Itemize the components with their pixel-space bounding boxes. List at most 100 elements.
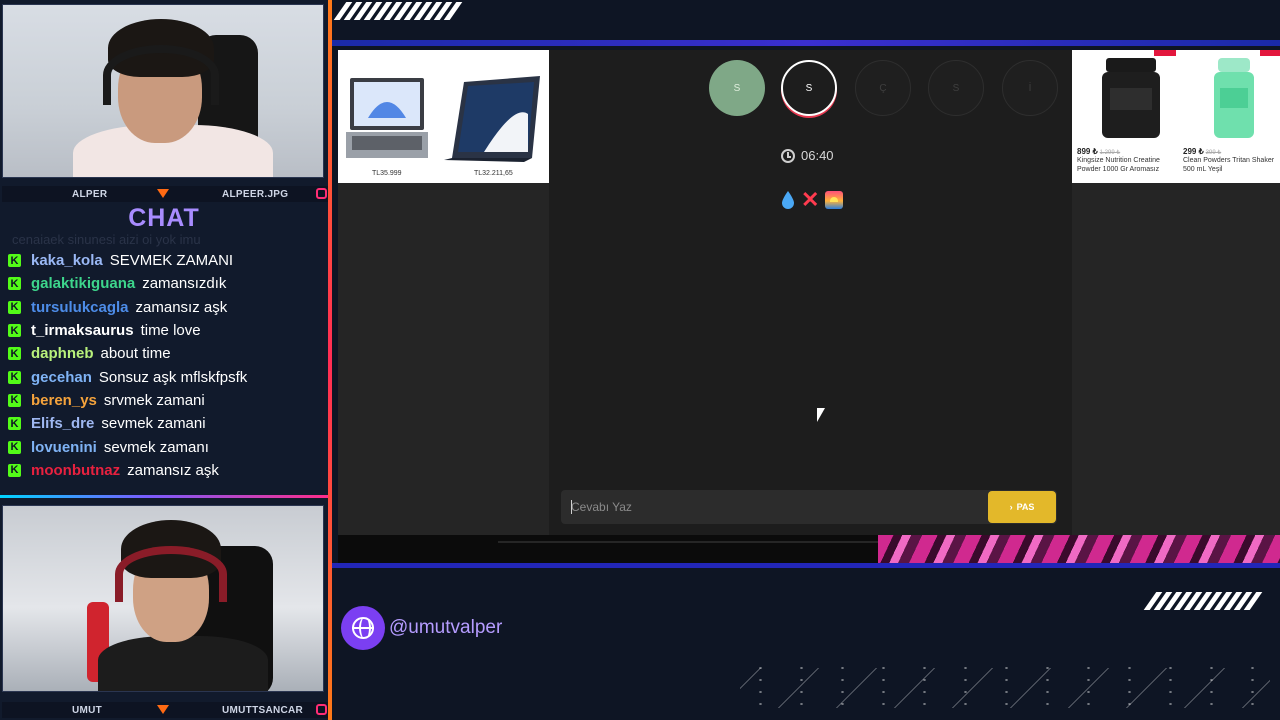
overlay-edge-accent: [328, 0, 332, 720]
chat-text: about time: [100, 345, 171, 363]
instagram-icon: [316, 704, 327, 715]
left-empty-pane: [338, 183, 549, 535]
webcam-bottom: [2, 505, 324, 692]
bottom-stripe-decoration: [1143, 592, 1263, 610]
chat-message: Klovuenini sevmek zamanı: [8, 435, 328, 458]
emoji-hints: ✕: [781, 187, 844, 212]
letter-circles: S S Ç S İ: [709, 60, 1069, 120]
answer-input[interactable]: [561, 490, 988, 524]
webcam-top-namebar: ALPER ALPEER.JPG: [2, 186, 328, 202]
chat-message: Kt_irmaksaurus time love: [8, 319, 328, 342]
pas-button[interactable]: › PAS: [988, 491, 1056, 523]
chat-message: Kberen_ys srvmek zamani: [8, 389, 328, 412]
kick-icon: K: [8, 254, 21, 268]
answer-bar: › PAS: [561, 490, 1057, 524]
headset: [115, 546, 227, 602]
ad-price: TL32.211,65: [474, 170, 513, 177]
chat-username[interactable]: lovuenini: [31, 439, 97, 456]
chat-text: zamansız aşk: [127, 461, 219, 479]
chat-message: Ktursulukcagla zamansız aşk: [8, 296, 328, 319]
discount-badge: [1260, 50, 1280, 56]
ad-price: TL35.999: [372, 170, 402, 177]
chat-message-list: Kkaka_kola SEVMEK ZAMANI Kgalaktikiguana za…: [8, 249, 328, 482]
letter-circle: S: [928, 60, 984, 116]
streamer-handle: ALPEER.JPG: [222, 188, 289, 200]
chat-username[interactable]: kaka_kola: [31, 252, 103, 269]
product-name: Kingsize Nutrition Creatine Powder 1000 …: [1077, 157, 1160, 173]
chat-text: sevmek zamani: [101, 415, 206, 433]
instagram-icon: [316, 188, 327, 199]
ad-laptops[interactable]: TL35.999 TL32.211,65: [338, 50, 549, 183]
chat-username[interactable]: t_irmaksaurus: [31, 322, 134, 339]
cross-icon: ✕: [801, 187, 820, 212]
discount-badge: [1154, 50, 1176, 56]
chat-text: zamansız aşk: [135, 298, 228, 316]
webcam-bottom-namebar: UMUT UMUTTSANCAR: [2, 702, 328, 718]
dot-grid-decoration: [740, 662, 1270, 712]
bottom-accent-line: [332, 563, 1280, 568]
chat-text: SEVMEK ZAMANI: [109, 252, 234, 270]
letter-circle: Ç: [855, 60, 911, 116]
chat-faded-message: cenaiaek sinunesi aizi oi yok imu: [12, 232, 201, 247]
chat-title: CHAT: [128, 204, 200, 232]
chat-message: Kgecehan Sonsuz aşk mflskfpsfk: [8, 365, 328, 388]
pink-graphic-banner: [878, 535, 1280, 563]
chat-username[interactable]: gecehan: [31, 369, 92, 386]
triangle-icon: [157, 189, 169, 198]
chat-message: Kkaka_kola SEVMEK ZAMANI: [8, 249, 328, 272]
chat-message: K Elifs_dre sevmek zamani: [8, 412, 328, 435]
letter-circle: İ: [1002, 60, 1058, 116]
chat-username[interactable]: beren_ys: [31, 392, 97, 409]
chat-text: sevmek zamanı: [103, 438, 209, 456]
chat-message: Kmoonbutnaz zamansız aşk: [8, 459, 328, 482]
kick-icon: K: [8, 324, 21, 338]
kick-icon: K: [8, 300, 21, 314]
kick-icon: K: [8, 277, 21, 291]
streamer-name: ALPER: [72, 188, 108, 200]
chat-text: zamansızdık: [142, 275, 227, 293]
product-name: Clean Powders Tritan Shaker 500 mL Yeşil: [1183, 157, 1275, 173]
product-price: 899 ₺ 1.299 ₺: [1077, 147, 1121, 156]
right-empty-pane: [1072, 183, 1280, 535]
kick-icon: K: [8, 463, 21, 477]
headset: [103, 45, 219, 105]
creatine-jar-image: [1102, 58, 1160, 138]
pas-label: PAS: [1016, 502, 1035, 512]
shaker-bottle-image: [1214, 58, 1254, 138]
chat-username[interactable]: tursulukcagla: [31, 299, 129, 316]
chevron-right-icon: ›: [1009, 502, 1013, 512]
kick-icon: K: [8, 347, 21, 361]
top-stripe-decoration: [333, 2, 463, 20]
footer-line: [498, 541, 904, 543]
laptop-image: [346, 78, 428, 158]
laptop-image: [444, 76, 540, 162]
ad-products[interactable]: 899 ₺ 1.299 ₺ Kingsize Nutrition Creatine…: [1072, 50, 1280, 183]
product-price: 299 ₺ 399 ₺: [1183, 147, 1222, 156]
chat-username[interactable]: moonbutnaz: [31, 462, 120, 479]
chat-text: time love: [140, 322, 201, 340]
chat-message: Kgalaktikiguana zamansızdık: [8, 272, 328, 295]
kick-icon: K: [8, 393, 21, 407]
chat-username[interactable]: galaktikiguana: [31, 275, 135, 292]
chat-message: Kdaphneb about time: [8, 342, 328, 365]
chat-text: srvmek zamani: [103, 391, 205, 409]
timer-value: 06:40: [801, 148, 834, 163]
streamer-name: UMUT: [72, 704, 103, 716]
chat-divider: [0, 495, 328, 498]
browser-footer-strip: [338, 535, 1280, 563]
social-handle: @umutvalper: [341, 606, 502, 650]
timer: 06:40: [781, 148, 834, 163]
left-overlay-column: ALPER ALPEER.JPG CHAT cenaiaek sinunesi …: [0, 0, 332, 720]
game-browser-window: TL35.999 TL32.211,65 S S Ç S İ 06:40 ✕ C…: [338, 50, 1280, 535]
sunset-icon: [825, 191, 844, 209]
streamer-shirt: [98, 636, 268, 691]
clock-icon: [781, 148, 795, 163]
streamer-handle: UMUTTSANCAR: [222, 704, 304, 716]
chat-username[interactable]: daphneb: [31, 345, 94, 362]
triangle-icon: [157, 705, 169, 714]
letter-circle-active: S: [781, 60, 837, 116]
chat-text: Sonsuz aşk mflskfpsfk: [98, 368, 248, 386]
water-drop-icon: [782, 191, 794, 209]
chat-username[interactable]: Elifs_dre: [31, 415, 94, 432]
letter-circle-solved: S: [709, 60, 765, 116]
